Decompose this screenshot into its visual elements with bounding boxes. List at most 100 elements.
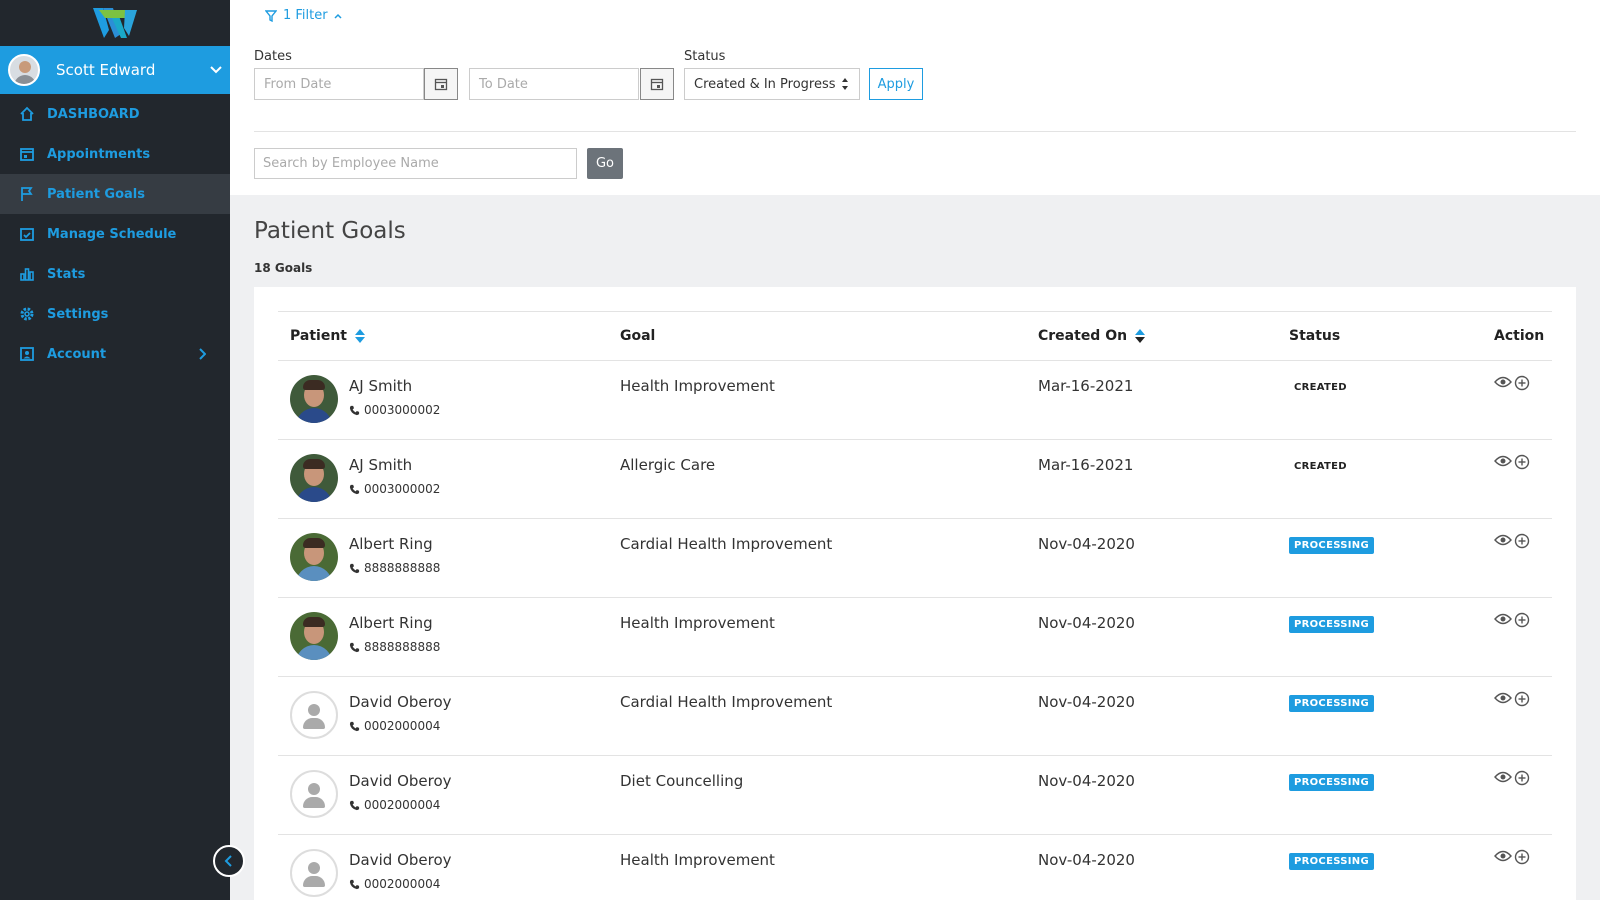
row-actions xyxy=(1494,691,1530,707)
table-row[interactable]: David Oberoy 0002000004 Health Improveme… xyxy=(278,835,1552,900)
patient-name[interactable]: David Oberoy xyxy=(349,772,452,790)
patient-phone: 8888888888 xyxy=(349,561,440,575)
goals-card: Patient Goal Created On Status Action AJ… xyxy=(254,287,1576,900)
chevron-down-icon xyxy=(210,66,222,74)
patient-phone: 0002000004 xyxy=(349,798,440,812)
app-logo[interactable] xyxy=(0,0,230,46)
add-circle-icon[interactable] xyxy=(1514,612,1530,628)
created-on-header-label: Created On xyxy=(1038,328,1128,344)
sort-icon[interactable] xyxy=(1135,329,1146,343)
goal-name: Cardial Health Improvement xyxy=(620,535,833,553)
gear-icon xyxy=(19,306,35,322)
home-icon xyxy=(19,106,35,122)
add-circle-icon[interactable] xyxy=(1514,533,1530,549)
apply-button[interactable]: Apply xyxy=(869,68,923,100)
table-header: Patient Goal Created On Status Action xyxy=(278,311,1552,361)
status-column-header: Status xyxy=(1289,328,1340,344)
table-row[interactable]: AJ Smith 0003000002 Allergic Care Mar-16… xyxy=(278,440,1552,519)
patient-name[interactable]: David Oberoy xyxy=(349,851,452,869)
sidebar-item-patient-goals[interactable]: Patient Goals xyxy=(0,174,230,214)
add-circle-icon[interactable] xyxy=(1514,770,1530,786)
row-actions xyxy=(1494,849,1530,865)
patient-phone: 0002000004 xyxy=(349,719,440,733)
from-date-input[interactable]: From Date xyxy=(254,68,424,100)
add-circle-icon[interactable] xyxy=(1514,454,1530,470)
goal-name: Health Improvement xyxy=(620,377,775,395)
sidebar-item-account[interactable]: Account xyxy=(0,334,230,374)
patient-name[interactable]: David Oberoy xyxy=(349,693,452,711)
status-badge: PROCESSING xyxy=(1289,853,1374,870)
table-row[interactable]: Albert Ring 8888888888 Cardial Health Im… xyxy=(278,519,1552,598)
patient-phone: 0002000004 xyxy=(349,877,440,891)
patient-avatar xyxy=(290,612,338,660)
bar-chart-icon xyxy=(19,266,35,282)
sidebar-item-label: DASHBOARD xyxy=(47,106,140,122)
sidebar-item-label: Manage Schedule xyxy=(47,226,177,242)
action-column-header: Action xyxy=(1494,328,1544,344)
patient-avatar xyxy=(290,375,338,423)
patient-phone: 0003000002 xyxy=(349,403,440,417)
patient-avatar xyxy=(290,770,338,818)
chevron-up-icon xyxy=(334,13,342,19)
patient-phone-number: 0002000004 xyxy=(364,719,441,733)
created-date: Nov-04-2020 xyxy=(1038,772,1135,790)
from-date-calendar-button[interactable] xyxy=(424,68,458,100)
status-select-value: Created & In Progress xyxy=(694,76,836,92)
sidebar-item-label: Patient Goals xyxy=(47,186,146,202)
created-on-column-header[interactable]: Created On xyxy=(1038,328,1146,344)
eye-icon[interactable] xyxy=(1494,770,1512,784)
to-date-input[interactable]: To Date xyxy=(469,68,639,100)
table-row[interactable]: Albert Ring 8888888888 Health Improvemen… xyxy=(278,598,1552,677)
table-row[interactable]: AJ Smith 0003000002 Health Improvement M… xyxy=(278,361,1552,440)
sidebar-item-label: Appointments xyxy=(47,146,151,162)
table-row[interactable]: David Oberoy 0002000004 Diet Councelling… xyxy=(278,756,1552,835)
patient-phone-number: 0002000004 xyxy=(364,798,441,812)
goal-name: Cardial Health Improvement xyxy=(620,693,833,711)
patient-name[interactable]: Albert Ring xyxy=(349,535,433,553)
sidebar-item-appointments[interactable]: Appointments xyxy=(0,134,230,174)
eye-icon[interactable] xyxy=(1494,849,1512,863)
user-menu[interactable]: Scott Edward xyxy=(0,46,230,94)
status-header-label: Status xyxy=(1289,328,1341,344)
sidebar-collapse-button[interactable] xyxy=(213,845,245,877)
patient-name[interactable]: Albert Ring xyxy=(349,614,433,632)
dates-label: Dates xyxy=(254,49,292,64)
go-button[interactable]: Go xyxy=(587,148,623,179)
to-date-calendar-button[interactable] xyxy=(640,68,674,100)
calendar-icon xyxy=(650,78,664,91)
patient-column-header[interactable]: Patient xyxy=(290,328,365,344)
patient-phone-number: 0003000002 xyxy=(364,403,441,417)
phone-icon xyxy=(349,879,360,889)
status-select[interactable]: Created & In Progress xyxy=(684,68,860,100)
table-row[interactable]: David Oberoy 0002000004 Cardial Health I… xyxy=(278,677,1552,756)
patient-name[interactable]: AJ Smith xyxy=(349,456,412,474)
eye-icon[interactable] xyxy=(1494,612,1512,626)
user-avatar xyxy=(8,54,40,86)
add-circle-icon[interactable] xyxy=(1514,375,1530,391)
phone-icon xyxy=(349,484,360,494)
sidebar-item-label: Stats xyxy=(47,266,86,282)
eye-icon[interactable] xyxy=(1494,691,1512,705)
add-circle-icon[interactable] xyxy=(1514,849,1530,865)
eye-icon[interactable] xyxy=(1494,533,1512,547)
sidebar-item-manage-schedule[interactable]: Manage Schedule xyxy=(0,214,230,254)
created-date: Nov-04-2020 xyxy=(1038,535,1135,553)
add-circle-icon[interactable] xyxy=(1514,691,1530,707)
sidebar-item-dashboard[interactable]: DASHBOARD xyxy=(0,94,230,134)
eye-icon[interactable] xyxy=(1494,454,1512,468)
goal-name: Health Improvement xyxy=(620,851,775,869)
sidebar-item-label: Account xyxy=(47,346,107,362)
filter-toggle[interactable]: 1 Filter xyxy=(265,8,342,23)
page-title: Patient Goals xyxy=(254,218,406,244)
sidebar-item-stats[interactable]: Stats xyxy=(0,254,230,294)
patient-name[interactable]: AJ Smith xyxy=(349,377,412,395)
row-actions xyxy=(1494,533,1530,549)
filter-icon xyxy=(265,9,277,22)
eye-icon[interactable] xyxy=(1494,375,1512,389)
patient-phone-number: 8888888888 xyxy=(364,561,441,575)
sidebar-item-settings[interactable]: Settings xyxy=(0,294,230,334)
employee-search-input[interactable]: Search by Employee Name xyxy=(254,148,577,179)
status-badge: PROCESSING xyxy=(1289,695,1374,712)
status-badge: PROCESSING xyxy=(1289,616,1374,633)
sort-icon[interactable] xyxy=(354,329,365,343)
